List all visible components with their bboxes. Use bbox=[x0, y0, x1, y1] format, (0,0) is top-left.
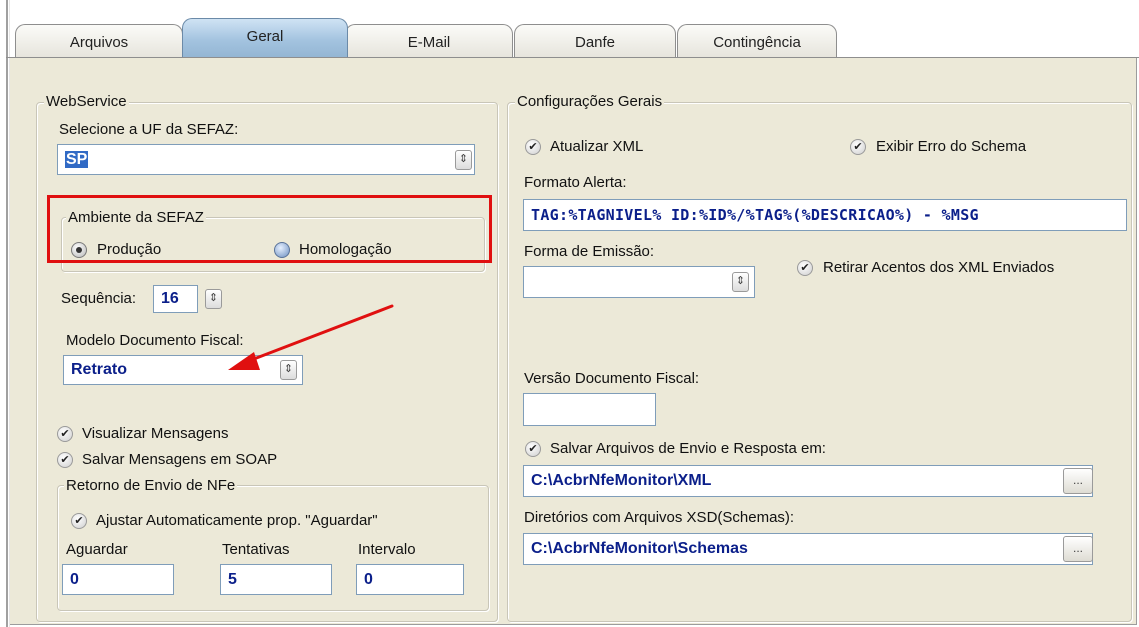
tab-danfe[interactable]: Danfe bbox=[514, 24, 676, 58]
formato-alerta-label: Formato Alerta: bbox=[524, 174, 627, 191]
tab-label: Contingência bbox=[713, 34, 801, 51]
aguardar-input[interactable]: 0 bbox=[62, 564, 174, 595]
retirar-acentos-label: Retirar Acentos dos XML Enviados bbox=[823, 259, 1055, 276]
forma-emissao-select[interactable] bbox=[523, 266, 755, 298]
schemas-label: Diretórios com Arquivos XSD(Schemas): bbox=[524, 509, 795, 526]
atualizar-xml-check-icon[interactable]: ✔ bbox=[525, 139, 541, 155]
xml-path-browse-button[interactable]: ... bbox=[1063, 468, 1093, 494]
sequencia-label: Sequência: bbox=[61, 290, 137, 307]
tab-label: E-Mail bbox=[407, 34, 451, 51]
versao-label: Versão Documento Fiscal: bbox=[524, 370, 700, 387]
uf-select-arrow-icon[interactable]: ⇕ bbox=[455, 150, 472, 170]
tab-geral[interactable]: Geral bbox=[182, 18, 348, 58]
visualizar-mensagens-label: Visualizar Mensagens bbox=[82, 425, 229, 442]
uf-label: Selecione a UF da SEFAZ: bbox=[59, 121, 239, 138]
forma-emissao-label: Forma de Emissão: bbox=[524, 243, 655, 260]
tab-label: Geral bbox=[246, 28, 284, 45]
sequencia-input[interactable]: 16 bbox=[153, 285, 198, 313]
versao-input[interactable] bbox=[523, 393, 656, 426]
tentativas-input[interactable]: 5 bbox=[220, 564, 332, 595]
atualizar-xml-label: Atualizar XML bbox=[550, 138, 644, 155]
salvar-soap-check-icon[interactable]: ✔ bbox=[57, 452, 73, 468]
tab-label: Arquivos bbox=[69, 34, 129, 51]
salvar-arquivos-check-icon[interactable]: ✔ bbox=[525, 441, 541, 457]
tab-label: Danfe bbox=[574, 34, 616, 51]
schemas-path-input[interactable]: C:\AcbrNfeMonitor\Schemas bbox=[523, 533, 1093, 565]
schemas-path-browse-button[interactable]: ... bbox=[1063, 536, 1093, 562]
retirar-acentos-check-icon[interactable]: ✔ bbox=[797, 260, 813, 276]
highlight-box bbox=[47, 195, 492, 263]
ajustar-label: Ajustar Automaticamente prop. "Aguardar" bbox=[96, 512, 378, 529]
tab-arquivos[interactable]: Arquivos bbox=[15, 24, 183, 58]
intervalo-label: Intervalo bbox=[358, 541, 416, 558]
annotation-arrow-icon bbox=[228, 304, 394, 370]
salvar-soap-label: Salvar Mensagens em SOAP bbox=[82, 451, 278, 468]
tab-email[interactable]: E-Mail bbox=[345, 24, 513, 58]
uf-value: SP bbox=[65, 151, 89, 168]
tentativas-label: Tentativas bbox=[222, 541, 290, 558]
formato-alerta-input[interactable]: TAG:%TAGNIVEL% ID:%ID%/%TAG%(%DESCRICAO%… bbox=[523, 199, 1127, 231]
modelo-label: Modelo Documento Fiscal: bbox=[66, 332, 244, 349]
forma-emissao-arrow-icon[interactable]: ⇕ bbox=[732, 272, 749, 292]
config-gerais-legend: Configurações Gerais bbox=[515, 93, 665, 111]
webservice-legend: WebService bbox=[44, 93, 129, 111]
intervalo-input[interactable]: 0 bbox=[356, 564, 464, 595]
tab-contingencia[interactable]: Contingência bbox=[677, 24, 837, 58]
exibir-erro-label: Exibir Erro do Schema bbox=[876, 138, 1027, 155]
salvar-arquivos-label: Salvar Arquivos de Envio e Resposta em: bbox=[550, 440, 826, 457]
ajustar-check-icon[interactable]: ✔ bbox=[71, 513, 87, 529]
xml-path-input[interactable]: C:\AcbrNfeMonitor\XML bbox=[523, 465, 1093, 497]
retorno-legend: Retorno de Envio de NFe bbox=[64, 477, 238, 495]
window-left-edge bbox=[6, 0, 8, 627]
exibir-erro-check-icon[interactable]: ✔ bbox=[850, 139, 866, 155]
uf-select[interactable]: SP bbox=[57, 144, 475, 175]
aguardar-label: Aguardar bbox=[66, 541, 128, 558]
visualizar-mensagens-check-icon[interactable]: ✔ bbox=[57, 426, 73, 442]
